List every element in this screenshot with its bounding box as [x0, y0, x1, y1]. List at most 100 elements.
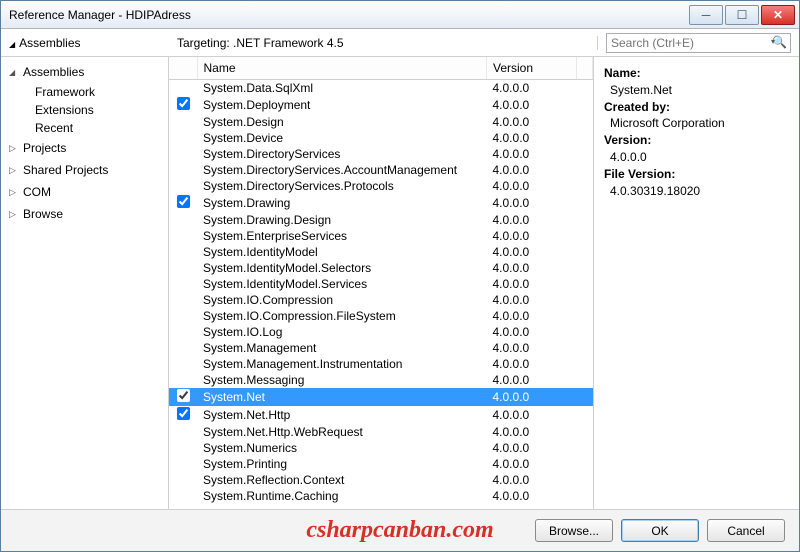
table-row[interactable]: System.Management.Instrumentation4.0.0.0 [169, 356, 593, 372]
table-row[interactable]: System.Numerics4.0.0.0 [169, 440, 593, 456]
search-dropdown-icon[interactable]: ▾ [771, 37, 775, 46]
row-name: System.IO.Compression.FileSystem [197, 308, 487, 324]
row-version: 4.0.0.0 [487, 244, 577, 260]
table-row[interactable]: System.Drawing.Design4.0.0.0 [169, 212, 593, 228]
maximize-button[interactable]: ☐ [725, 5, 759, 25]
row-version: 4.0.0.0 [487, 488, 577, 504]
row-version: 4.0.0.0 [487, 406, 577, 424]
row-version: 4.0.0.0 [487, 388, 577, 406]
cancel-button[interactable]: Cancel [707, 519, 785, 542]
header-row: Name Version [169, 57, 593, 80]
sidebar-category[interactable]: ▷Shared Projects [1, 159, 168, 181]
row-checkbox-cell [169, 456, 197, 472]
details-version-label: Version: [604, 133, 651, 147]
sidebar-category-label: Browse [23, 207, 63, 221]
table-row[interactable]: System.IdentityModel4.0.0.0 [169, 244, 593, 260]
row-name: System.Management.Instrumentation [197, 356, 487, 372]
table-row[interactable]: System.Design4.0.0.0 [169, 114, 593, 130]
table-row[interactable]: System.Printing4.0.0.0 [169, 456, 593, 472]
reference-manager-window: Reference Manager - HDIPAdress ─ ☐ ✕ Ass… [0, 0, 800, 552]
row-name: System.Management [197, 340, 487, 356]
sidebar-item[interactable]: Framework [1, 83, 168, 101]
row-version: 4.0.0.0 [487, 356, 577, 372]
row-name: System.Net.Http [197, 406, 487, 424]
table-row[interactable]: System.IdentityModel.Services4.0.0.0 [169, 276, 593, 292]
table-row[interactable]: System.IO.Log4.0.0.0 [169, 324, 593, 340]
table-row[interactable]: System.Device4.0.0.0 [169, 130, 593, 146]
row-version: 4.0.0.0 [487, 292, 577, 308]
chevron-down-icon[interactable] [9, 36, 15, 50]
chevron-right-icon: ▷ [9, 143, 19, 154]
table-row[interactable]: System.IO.Compression.FileSystem4.0.0.0 [169, 308, 593, 324]
row-checkbox-cell [169, 276, 197, 292]
row-checkbox-cell [169, 292, 197, 308]
table-row[interactable]: System.Net4.0.0.0 [169, 388, 593, 406]
row-version: 4.0.0.0 [487, 472, 577, 488]
table-row[interactable]: System.Data.SqlXml4.0.0.0 [169, 80, 593, 97]
table-row[interactable]: System.EnterpriseServices4.0.0.0 [169, 228, 593, 244]
row-name: System.Numerics [197, 440, 487, 456]
assembly-scroll[interactable]: Name Version System.Data.SqlXml4.0.0.0Sy… [169, 57, 593, 509]
row-checkbox-cell [169, 372, 197, 388]
titlebar[interactable]: Reference Manager - HDIPAdress ─ ☐ ✕ [1, 1, 799, 29]
sidebar-category-label: COM [23, 185, 51, 199]
row-checkbox[interactable] [177, 407, 190, 420]
row-version: 4.0.0.0 [487, 80, 577, 97]
details-version-value: 4.0.0.0 [604, 149, 789, 166]
minimize-icon: ─ [702, 8, 711, 22]
details-fileversion-value: 4.0.30319.18020 [604, 183, 789, 200]
chevron-down-icon: ◢ [9, 68, 19, 77]
sidebar-category[interactable]: ◢Assemblies [1, 61, 168, 83]
sidebar-category[interactable]: ▷ Projects [1, 137, 168, 159]
row-name: System.Device [197, 130, 487, 146]
col-check[interactable] [169, 57, 197, 80]
row-version: 4.0.0.0 [487, 424, 577, 440]
sidebar-category[interactable]: ▷Browse [1, 203, 168, 225]
row-version: 4.0.0.0 [487, 260, 577, 276]
table-row[interactable]: System.Messaging4.0.0.0 [169, 372, 593, 388]
browse-button[interactable]: Browse... [535, 519, 613, 542]
sidebar-item[interactable]: Recent [1, 119, 168, 137]
table-row[interactable]: System.Drawing4.0.0.0 [169, 194, 593, 212]
table-row[interactable]: System.Reflection.Context4.0.0.0 [169, 472, 593, 488]
window-title: Reference Manager - HDIPAdress [5, 8, 687, 22]
close-button[interactable]: ✕ [761, 5, 795, 25]
table-row[interactable]: System.Management4.0.0.0 [169, 340, 593, 356]
row-checkbox-cell [169, 324, 197, 340]
col-name[interactable]: Name [197, 57, 487, 80]
row-name: System.DirectoryServices [197, 146, 487, 162]
table-row[interactable]: System.IO.Compression4.0.0.0 [169, 292, 593, 308]
row-checkbox-cell [169, 388, 197, 406]
table-row[interactable]: System.Runtime.Caching4.0.0.0 [169, 488, 593, 504]
row-checkbox[interactable] [177, 389, 190, 402]
col-version[interactable]: Version [487, 57, 577, 80]
details-panel: Name: System.Net Created by: Microsoft C… [594, 57, 799, 509]
row-checkbox[interactable] [177, 195, 190, 208]
table-row[interactable]: System.Net.Http4.0.0.0 [169, 406, 593, 424]
table-row[interactable]: System.DirectoryServices.Protocols4.0.0.… [169, 178, 593, 194]
sidebar-category-label: Projects [23, 141, 66, 155]
table-row[interactable]: System.DirectoryServices4.0.0.0 [169, 146, 593, 162]
row-version: 4.0.0.0 [487, 308, 577, 324]
details-createdby-label: Created by: [604, 100, 670, 114]
table-row[interactable]: System.Net.Http.WebRequest4.0.0.0 [169, 424, 593, 440]
row-checkbox[interactable] [177, 97, 190, 110]
row-name: System.Drawing.Design [197, 212, 487, 228]
ok-button[interactable]: OK [621, 519, 699, 542]
details-name-value: System.Net [604, 82, 789, 99]
row-name: System.IdentityModel.Services [197, 276, 487, 292]
table-row[interactable]: System.IdentityModel.Selectors4.0.0.0 [169, 260, 593, 276]
row-version: 4.0.0.0 [487, 324, 577, 340]
row-checkbox-cell [169, 80, 197, 97]
table-row[interactable]: System.DirectoryServices.AccountManageme… [169, 162, 593, 178]
row-version: 4.0.0.0 [487, 96, 577, 114]
search-input[interactable] [606, 33, 791, 53]
sidebar: ◢AssembliesFrameworkExtensionsRecent ▷ Pro… [1, 57, 169, 509]
row-version: 4.0.0.0 [487, 162, 577, 178]
minimize-button[interactable]: ─ [689, 5, 723, 25]
row-checkbox-cell [169, 114, 197, 130]
sidebar-category[interactable]: ▷COM [1, 181, 168, 203]
table-row[interactable]: System.Deployment4.0.0.0 [169, 96, 593, 114]
row-version: 4.0.0.0 [487, 440, 577, 456]
sidebar-item[interactable]: Extensions [1, 101, 168, 119]
